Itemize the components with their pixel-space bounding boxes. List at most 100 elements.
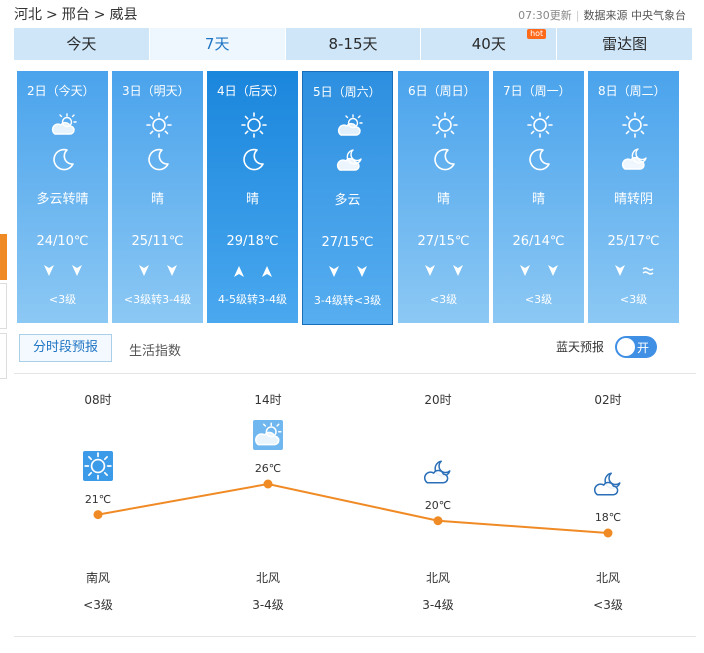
day-wind-direction [493, 263, 584, 279]
sun-icon [83, 450, 113, 481]
day-date: 4日（后天） [217, 84, 285, 98]
seven-day-forecast: 2日（今天） 多云转晴 24/10℃ <3级 3日（明天） 晴 25/11℃ <3级转3-4级… [17, 71, 681, 325]
temperature-point [433, 516, 443, 526]
tab-life-index[interactable]: 生活指数 [129, 340, 181, 359]
wind-direction-up-icon [233, 266, 244, 277]
wind-direction-down-icon [547, 265, 558, 276]
divider [14, 636, 696, 637]
sun-icon [621, 111, 649, 139]
divider [14, 373, 696, 374]
day-date: 8日（周二） [598, 84, 666, 98]
side-tab[interactable] [0, 283, 7, 329]
day-wind-level: 4-5级转3-4级 [218, 293, 287, 306]
hourly-forecast: 08时 21℃ 南风 <3级 14时 26℃ 北风 3-4级 20时 20℃ 北风 3-4级 02时 18… [0, 375, 704, 635]
breadcrumb-separator: > [93, 7, 106, 23]
cloudy-night-icon [621, 145, 649, 173]
day-wind-level: <3级 [524, 293, 553, 306]
day-temperature: 24/10℃ [36, 234, 89, 249]
day-temperature: 26/14℃ [512, 234, 565, 249]
moon-icon [431, 145, 459, 173]
hour-wind-level: <3级 [83, 598, 113, 612]
day-date: 2日（今天） [27, 84, 95, 98]
day-card[interactable]: 8日（周二） 晴转阴 25/17℃ <3级 [588, 71, 679, 323]
partly-cloudy-sun-icon [50, 111, 78, 139]
sun-icon [240, 111, 268, 139]
moon-icon [145, 145, 173, 173]
hour-wind-level: <3级 [593, 598, 623, 612]
hour-wind-direction: 北风 [255, 571, 280, 585]
day-temperature: 25/11℃ [131, 234, 184, 249]
top-bar: 河北 > 邢台 > 威县 07:30更新 | 数据来源 中央气象台 [14, 0, 690, 28]
day-wind-level: <3级 [619, 293, 648, 306]
day-weather-desc: 晴转阴 [613, 192, 653, 207]
day-card[interactable]: 3日（明天） 晴 25/11℃ <3级转3-4级 [112, 71, 203, 323]
sun-icon [431, 111, 459, 139]
day-card[interactable]: 4日（后天） 晴 29/18℃ 4-5级转3-4级 [207, 71, 298, 323]
day-date: 6日（周日） [408, 84, 476, 98]
update-info: 07:30更新 | 数据来源 中央气象台 [518, 7, 686, 23]
temperature-point [263, 479, 273, 489]
tab-radar[interactable]: 雷达图 [557, 28, 692, 60]
day-wind-level: 3-4级转<3级 [313, 294, 382, 307]
day-wind-direction [303, 264, 392, 280]
wind-direction-down-icon [424, 265, 435, 276]
sun-icon [145, 111, 173, 139]
day-wind-level: <3级转3-4级 [123, 293, 192, 306]
day-date: 5日（周六） [313, 85, 381, 99]
wind-direction-down-icon [166, 265, 177, 276]
day-wind-level: <3级 [48, 293, 77, 306]
moon-icon [240, 145, 268, 173]
hour-temperature: 26℃ [254, 462, 282, 475]
wind-direction-down-icon [519, 265, 530, 276]
side-tab[interactable] [0, 333, 7, 379]
moon-icon [50, 145, 78, 173]
forecast-tabs: 今天 7天 8-15天 40天 hot 雷达图 [14, 28, 692, 60]
wind-direction-down-icon [71, 265, 82, 276]
hour-wind-direction: 南风 [85, 571, 110, 585]
day-temperature: 29/18℃ [226, 234, 279, 249]
tab-7-days[interactable]: 7天 [149, 28, 286, 60]
wind-calm-icon [642, 267, 653, 275]
day-card[interactable]: 2日（今天） 多云转晴 24/10℃ <3级 [17, 71, 108, 323]
hot-badge: hot [527, 29, 547, 39]
hour-wind-direction: 北风 [425, 571, 450, 585]
day-weather-desc: 晴 [436, 192, 450, 207]
breadcrumb-county: 威县 [109, 7, 138, 23]
tab-label: 40天 [471, 35, 506, 53]
tab-8-15-days[interactable]: 8-15天 [286, 28, 422, 60]
wind-direction-down-icon [614, 265, 625, 276]
breadcrumb-province[interactable]: 河北 [14, 7, 42, 23]
wind-direction-down-icon [356, 266, 367, 277]
day-date: 3日（明天） [122, 84, 190, 98]
wind-direction-down-icon [138, 265, 149, 276]
day-card[interactable]: 6日（周日） 晴 27/15℃ <3级 [398, 71, 489, 323]
day-temperature: 25/17℃ [607, 234, 660, 249]
day-date: 7日（周一） [503, 84, 571, 98]
day-card[interactable]: 5日（周六） 多云 27/15℃ 3-4级转<3级 [302, 71, 393, 325]
wind-direction-down-icon [452, 265, 463, 276]
hour-time: 02时 [594, 393, 622, 407]
blue-sky-toggle[interactable]: 开 [615, 336, 657, 358]
day-wind-direction [112, 263, 203, 279]
toggle-label: 开 [637, 341, 650, 355]
tab-40-days[interactable]: 40天 hot [421, 28, 558, 60]
day-card[interactable]: 7日（周一） 晴 26/14℃ <3级 [493, 71, 584, 323]
moon-icon [526, 145, 554, 173]
tab-today[interactable]: 今天 [14, 28, 150, 60]
divider: | [575, 9, 580, 22]
breadcrumb-city[interactable]: 邢台 [62, 7, 90, 23]
side-tab-active[interactable] [0, 234, 7, 280]
hour-wind-direction: 北风 [595, 571, 620, 585]
tab-hourly-forecast[interactable]: 分时段预报 [19, 334, 112, 362]
hour-temperature: 20℃ [424, 498, 452, 512]
hour-temperature: 21℃ [84, 492, 112, 506]
blue-sky-label: 蓝天预报 [556, 340, 605, 354]
day-temperature: 27/15℃ [417, 234, 470, 249]
hour-wind-level: 3-4级 [422, 598, 454, 612]
day-weather-desc: 晴 [531, 192, 545, 207]
day-wind-direction [207, 263, 298, 279]
hour-time: 08时 [84, 393, 112, 407]
day-wind-direction [588, 263, 679, 279]
hour-time: 14时 [254, 393, 282, 407]
temperature-line [97, 482, 609, 534]
